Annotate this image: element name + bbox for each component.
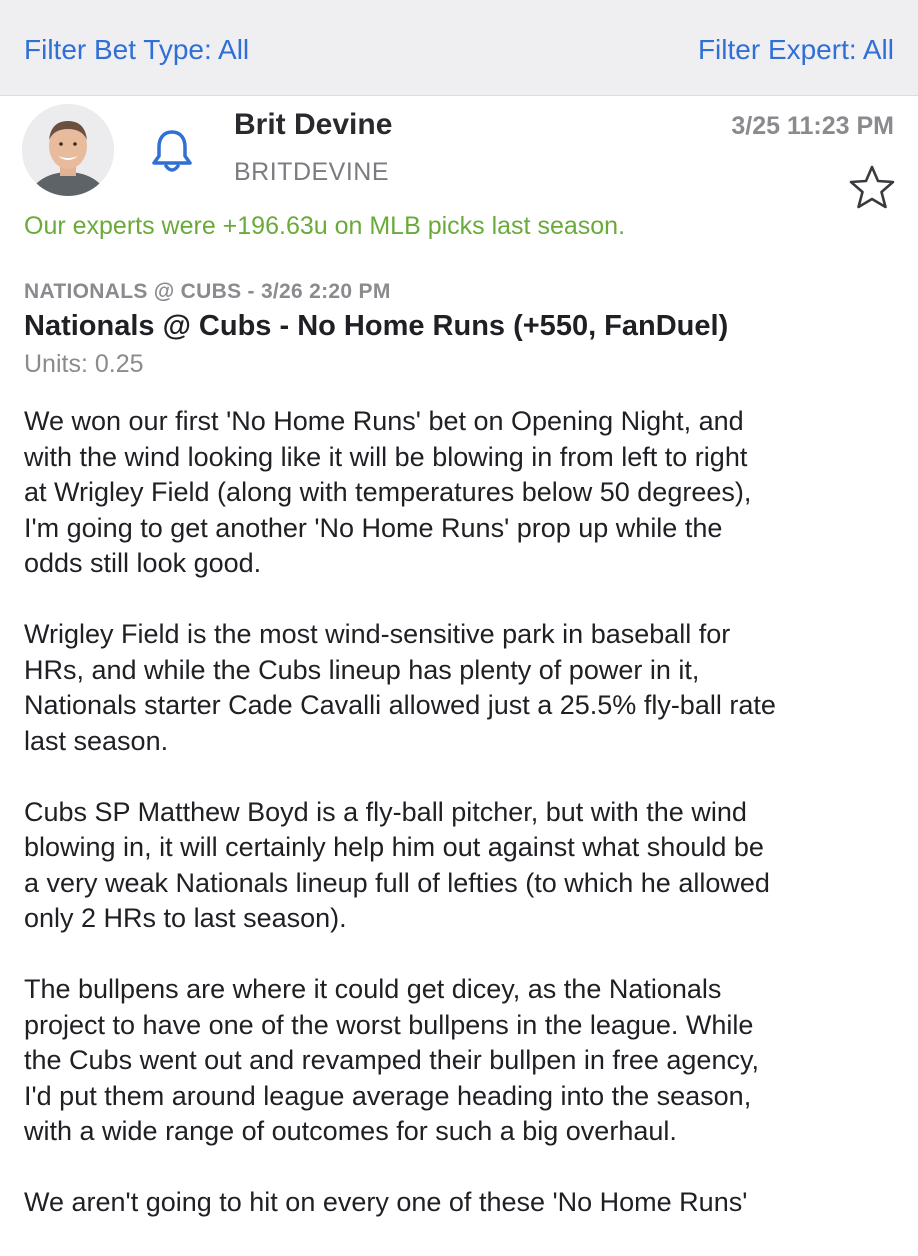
analysis-paragraph: The bullpens are where it could get dice… — [24, 972, 904, 1150]
analysis-line: We aren't going to hit on every one of t… — [24, 1187, 748, 1217]
avatar-photo — [22, 104, 114, 196]
avatar[interactable] — [22, 104, 114, 196]
filter-bet-type-button[interactable]: Filter Bet Type: All — [24, 32, 249, 68]
promo-text: Our experts were +196.63u on MLB picks l… — [24, 212, 626, 240]
analysis-paragraph: We won our first 'No Home Runs' bet on O… — [24, 404, 904, 582]
analysis-line: We won our first 'No Home Runs' bet on O… — [24, 406, 744, 436]
star-icon[interactable] — [848, 164, 896, 210]
post-timestamp: 3/25 11:23 PM — [731, 112, 894, 140]
bell-icon[interactable] — [150, 126, 194, 174]
pick-title: Nationals @ Cubs - No Home Runs (+550, F… — [24, 310, 729, 342]
filter-expert-button[interactable]: Filter Expert: All — [698, 32, 894, 68]
analysis-line: only 2 HRs to last season). — [24, 903, 347, 933]
analysis-line: with a wide range of outcomes for such a… — [24, 1116, 677, 1146]
analysis-line: the Cubs went out and revamped their bul… — [24, 1045, 759, 1075]
analysis-line: Cubs SP Matthew Boyd is a fly-ball pitch… — [24, 796, 747, 827]
analysis-body: We won our first 'No Home Runs' bet on O… — [24, 404, 904, 1256]
analysis-line: I'm going to get another 'No Home Runs' … — [24, 512, 723, 543]
analysis-paragraph: Wrigley Field is the most wind-sensitive… — [24, 617, 904, 759]
analysis-line: I'd put them around league average headi… — [24, 1080, 752, 1111]
analysis-line: at Wrigley Field (along with temperature… — [24, 477, 752, 507]
analysis-line: HRs, and while the Cubs lineup has plent… — [24, 654, 700, 685]
analysis-paragraph: We aren't going to hit on every one of t… — [24, 1185, 904, 1221]
filter-bar: Filter Bet Type: All Filter Expert: All — [0, 0, 918, 96]
units-label: Units: 0.25 — [24, 350, 144, 378]
analysis-line: with the wind looking like it will be bl… — [24, 441, 748, 472]
analysis-line: last season. — [24, 725, 169, 756]
analysis-line: blowing in, it will certainly help him o… — [24, 832, 764, 862]
analysis-line: Wrigley Field is the most wind-sensitive… — [24, 619, 731, 649]
game-line: NATIONALS @ CUBS - 3/26 2:20 PM — [24, 280, 391, 303]
analysis-line: project to have one of the worst bullpen… — [24, 1009, 754, 1040]
expert-handle: BRITDEVINE — [234, 158, 390, 186]
analysis-line: Nationals starter Cade Cavalli allowed j… — [24, 690, 776, 720]
analysis-line: odds still look good. — [24, 548, 262, 578]
analysis-paragraph: Cubs SP Matthew Boyd is a fly-ball pitch… — [24, 795, 904, 937]
analysis-line: a very weak Nationals lineup full of lef… — [24, 867, 770, 898]
expert-name[interactable]: Brit Devine — [234, 108, 392, 142]
analysis-line: The bullpens are where it could get dice… — [24, 974, 722, 1004]
